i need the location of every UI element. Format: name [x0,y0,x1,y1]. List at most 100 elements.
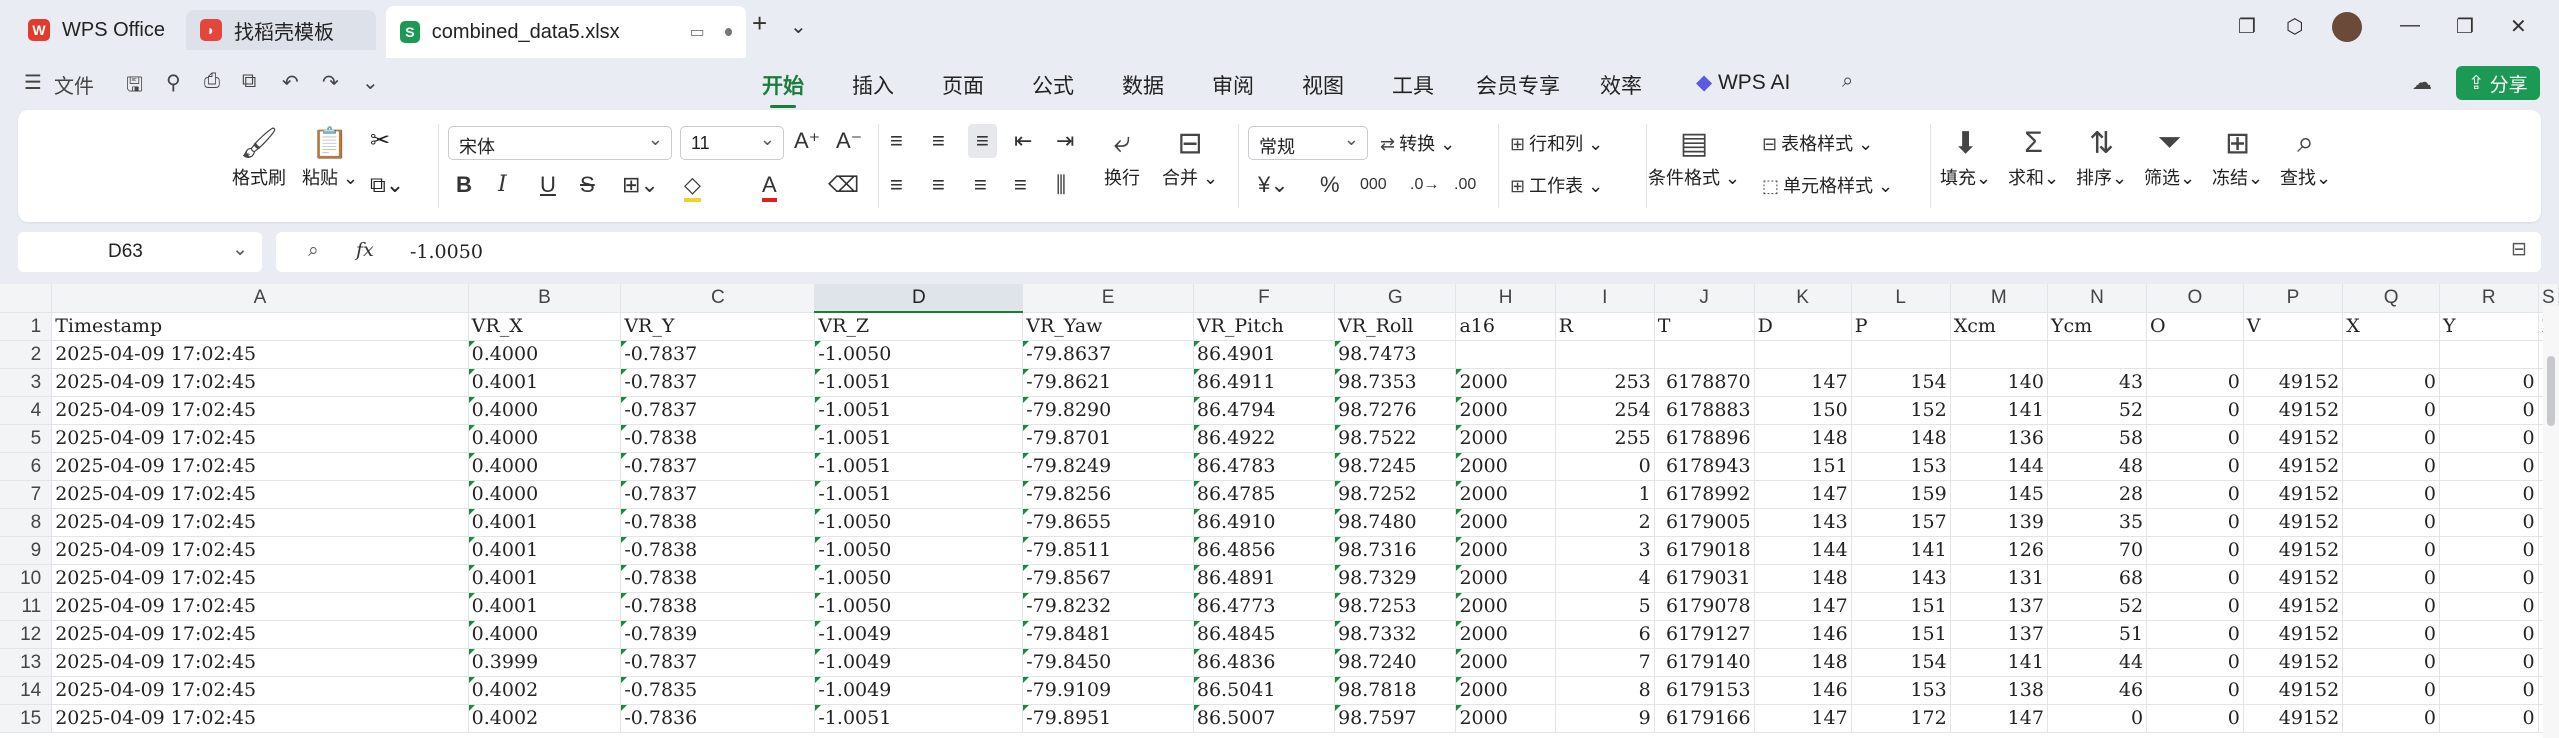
cell-p11[interactable]: 49152 [2243,592,2344,621]
cell-o2[interactable] [2146,340,2244,369]
cell-p1[interactable]: V [2243,312,2344,341]
cell-i12[interactable]: 6 [1555,620,1655,649]
cell-q8[interactable]: 0 [2342,508,2440,537]
cell-d15[interactable]: -1.0051 [814,704,1024,733]
cell-d5[interactable]: -1.0051 [814,424,1024,453]
cell-d4[interactable]: -1.0051 [814,396,1024,425]
cell-a11[interactable]: 2025-04-09 17:02:45 [51,592,469,621]
cell-r14[interactable]: 0 [2439,676,2539,705]
cell-o5[interactable]: 0 [2146,424,2244,453]
cell-h4[interactable]: 2000 [1455,396,1556,425]
cell-e6[interactable]: -79.8249 [1022,452,1194,481]
zoom-icon[interactable]: ⌕ [308,240,319,262]
cell-h10[interactable]: 2000 [1455,564,1556,593]
cell-h14[interactable]: 2000 [1455,676,1556,705]
sort-button[interactable]: ⇅ 排序⌄ [2076,126,2127,190]
row-header[interactable]: 15 [0,704,53,733]
cell-b15[interactable]: 0.4002 [468,704,622,733]
cell-f1[interactable]: VR_Pitch [1193,312,1336,341]
cell-q9[interactable]: 0 [2342,536,2440,565]
cell-l1[interactable]: P [1851,312,1951,341]
cell-i7[interactable]: 1 [1555,480,1655,509]
column-header-e[interactable]: E [1022,284,1194,313]
cell-b3[interactable]: 0.4001 [468,368,622,397]
cell-c6[interactable]: -0.7837 [620,452,816,481]
align-right-icon[interactable]: ≡ [974,172,987,198]
cell-b10[interactable]: 0.4001 [468,564,622,593]
cell-e5[interactable]: -79.8701 [1022,424,1194,453]
cell-m15[interactable]: 147 [1950,704,2048,733]
cell-n7[interactable]: 28 [2047,480,2148,509]
cell-o10[interactable]: 0 [2146,564,2244,593]
cell-d13[interactable]: -1.0049 [814,648,1024,677]
cell-i3[interactable]: 253 [1555,368,1655,397]
cell-q7[interactable]: 0 [2342,480,2440,509]
cell-k12[interactable]: 146 [1754,620,1852,649]
cell-style-button[interactable]: ⬚ 单元格样式 ⌄ [1762,172,1893,198]
cell-o13[interactable]: 0 [2146,648,2244,677]
cell-g5[interactable]: 98.7522 [1334,424,1457,453]
cell-h3[interactable]: 2000 [1455,368,1556,397]
cell-k14[interactable]: 146 [1754,676,1852,705]
restore-icon[interactable]: ❐ [2456,14,2474,39]
name-box[interactable]: D63 [18,232,262,272]
increase-font-icon[interactable]: A⁺ [794,128,820,154]
tab-wps-office[interactable]: W WPS Office [14,10,179,50]
hamburger-icon[interactable]: ☰ [24,70,42,95]
cell-r7[interactable]: 0 [2439,480,2539,509]
cell-h8[interactable]: 2000 [1455,508,1556,537]
convert-button[interactable]: ⇄ 转换 ⌄ [1380,130,1455,156]
row-header[interactable]: 14 [0,676,53,705]
fill-color-icon[interactable]: ◇ [684,172,701,202]
cell-l8[interactable]: 157 [1851,508,1951,537]
cell-j11[interactable]: 6179078 [1654,592,1755,621]
cell-n5[interactable]: 58 [2047,424,2148,453]
cell-n6[interactable]: 48 [2047,452,2148,481]
print-icon[interactable]: ⎙ [204,70,220,93]
row-header[interactable]: 6 [0,452,53,481]
column-header-q[interactable]: Q [2342,284,2440,313]
cell-l11[interactable]: 151 [1851,592,1951,621]
number-format-select[interactable]: 常规 [1248,126,1368,160]
cell-p7[interactable]: 49152 [2243,480,2344,509]
link-icon[interactable]: ⚲ [166,70,181,95]
cell-h1[interactable]: a16 [1455,312,1556,341]
cell-n9[interactable]: 70 [2047,536,2148,565]
window-mode-icon[interactable]: ▭ [690,22,705,42]
cell-h13[interactable]: 2000 [1455,648,1556,677]
cell-f4[interactable]: 86.4794 [1193,396,1336,425]
row-header[interactable]: 1 [0,312,53,341]
cell-j2[interactable] [1654,340,1755,369]
strikethrough-icon[interactable]: S [580,172,595,198]
cell-q1[interactable]: X [2342,312,2440,341]
cell-c9[interactable]: -0.7838 [620,536,816,565]
cell-a8[interactable]: 2025-04-09 17:02:45 [51,508,469,537]
cell-n12[interactable]: 51 [2047,620,2148,649]
menu-tab-home[interactable]: 开始 [762,70,804,108]
sum-button[interactable]: Σ 求和⌄ [2008,126,2059,190]
cell-o4[interactable]: 0 [2146,396,2244,425]
cell-e15[interactable]: -79.8951 [1022,704,1194,733]
cell-q12[interactable]: 0 [2342,620,2440,649]
cell-p3[interactable]: 49152 [2243,368,2344,397]
cell-n15[interactable]: 0 [2047,704,2148,733]
cell-r13[interactable]: 0 [2439,648,2539,677]
cell-e3[interactable]: -79.8621 [1022,368,1194,397]
cell-r2[interactable] [2439,340,2539,369]
cell-q10[interactable]: 0 [2342,564,2440,593]
cell-c7[interactable]: -0.7837 [620,480,816,509]
minimize-icon[interactable]: — [2400,14,2420,37]
cell-r4[interactable]: 0 [2439,396,2539,425]
cell-j15[interactable]: 6179166 [1654,704,1755,733]
cell-d7[interactable]: -1.0051 [814,480,1024,509]
thousands-icon[interactable]: 000 [1360,176,1387,194]
cell-m10[interactable]: 131 [1950,564,2048,593]
cell-i5[interactable]: 255 [1555,424,1655,453]
search-icon[interactable]: ⌕ [1842,70,1853,93]
rows-cols-button[interactable]: ⊞ 行和列 ⌄ [1510,130,1603,156]
cell-r5[interactable]: 0 [2439,424,2539,453]
freeze-button[interactable]: ⊞ 冻结⌄ [2212,126,2263,190]
cell-c12[interactable]: -0.7839 [620,620,816,649]
avatar[interactable] [2332,12,2362,42]
save-icon[interactable]: 🖫 [126,70,143,104]
